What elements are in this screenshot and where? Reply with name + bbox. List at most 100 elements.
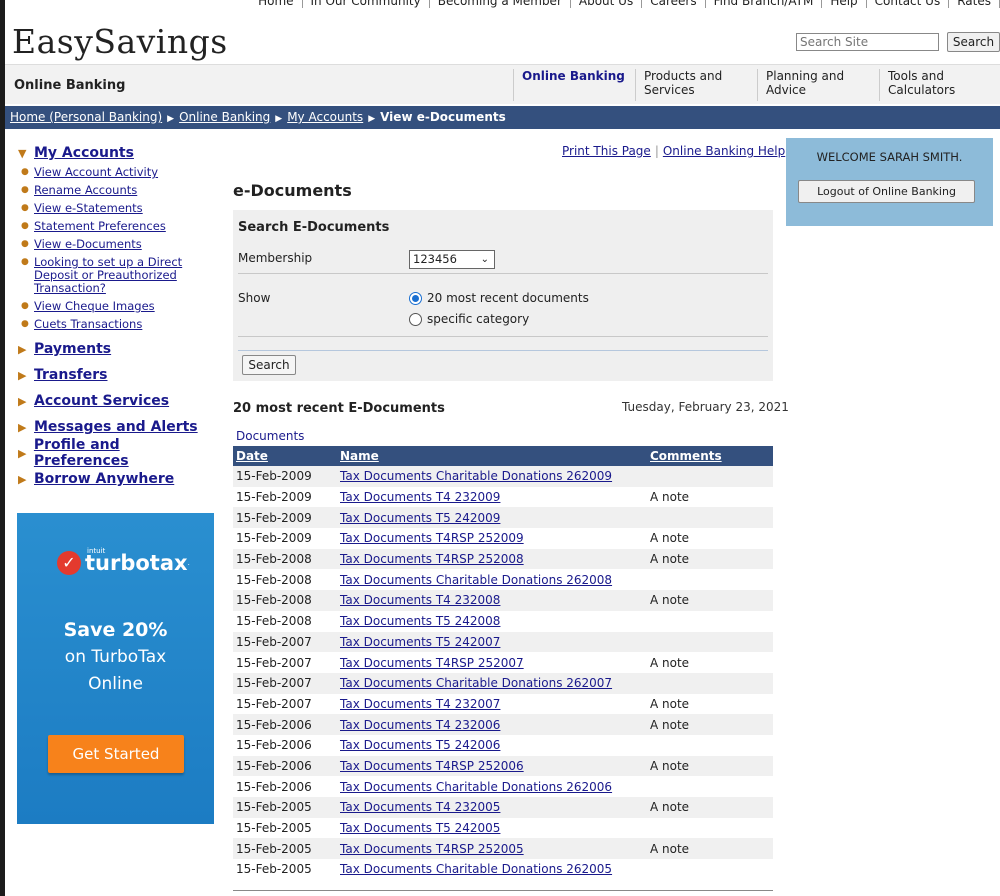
radio-recent-documents[interactable]: 20 most recent documents <box>409 291 589 305</box>
document-link[interactable]: Tax Documents Charitable Donations 26200… <box>340 676 612 690</box>
nav-online-banking[interactable]: Online Banking <box>513 69 633 101</box>
sidebar-section-my-accounts[interactable]: ▼ My Accounts <box>18 143 218 163</box>
top-link-rates[interactable]: Rates <box>949 0 1000 8</box>
top-link-careers[interactable]: Careers <box>642 0 706 8</box>
sidebar-section-account-services[interactable]: ▶ Account Services <box>18 388 218 414</box>
sidebar-item-view-e-statements[interactable]: ● View e-Statements <box>18 202 218 215</box>
document-link[interactable]: Tax Documents Charitable Donations 26200… <box>340 862 612 876</box>
column-header-comments[interactable]: Comments <box>647 446 773 466</box>
radio-unselected-icon[interactable] <box>409 312 422 326</box>
document-link[interactable]: Tax Documents T4RSP 252009 <box>340 531 524 545</box>
top-link-home[interactable]: Home <box>250 0 303 8</box>
top-link-branch[interactable]: Find Branch/ATM <box>706 0 823 8</box>
document-name-cell: Tax Documents T4 232009 <box>337 486 647 508</box>
top-link-member[interactable]: Becoming a Member <box>430 0 571 8</box>
document-link[interactable]: Tax Documents T4RSP 252006 <box>340 759 524 773</box>
column-header-label[interactable]: Comments <box>650 449 722 463</box>
sidebar-item-direct-deposit[interactable]: ● Looking to set up a Direct Deposit or P… <box>18 256 188 295</box>
get-started-button[interactable]: Get Started <box>48 735 184 773</box>
document-link[interactable]: Tax Documents Charitable Donations 26200… <box>340 469 612 483</box>
radio-selected-icon[interactable] <box>409 291 422 305</box>
nav-tools-calculators[interactable]: Tools and Calculators <box>879 69 997 101</box>
document-link[interactable]: Tax Documents T4RSP 252008 <box>340 552 524 566</box>
documents-label: Documents <box>236 429 305 443</box>
sidebar-item-statement-preferences[interactable]: ● Statement Preferences <box>18 220 218 233</box>
document-link[interactable]: Tax Documents T5 242009 <box>340 511 500 525</box>
radio-specific-category[interactable]: specific category <box>409 312 529 326</box>
top-link-community[interactable]: In Our Community <box>303 0 430 8</box>
document-link[interactable]: Tax Documents T5 242008 <box>340 614 500 628</box>
document-link[interactable]: Tax Documents T4RSP 252007 <box>340 656 524 670</box>
sidebar-item-rename-accounts[interactable]: ● Rename Accounts <box>18 184 218 197</box>
sidebar-item-label[interactable]: Statement Preferences <box>34 220 166 233</box>
column-header-label[interactable]: Name <box>340 449 379 463</box>
sidebar-section-label[interactable]: Profile and Preferences <box>34 437 218 469</box>
nav-planning-advice[interactable]: Planning and Advice <box>757 69 875 101</box>
document-link[interactable]: Tax Documents T4 232005 <box>340 800 500 814</box>
sidebar-section-transfers[interactable]: ▶ Transfers <box>18 362 218 388</box>
breadcrumb-my-accounts[interactable]: My Accounts <box>287 110 363 124</box>
document-date: 15-Feb-2008 <box>233 569 337 591</box>
search-documents-button[interactable]: Search <box>242 355 296 375</box>
breadcrumb-home[interactable]: Home (Personal Banking) <box>10 110 162 124</box>
radio-label: specific category <box>427 312 530 326</box>
column-header-date[interactable]: Date <box>233 446 337 466</box>
sidebar-section-label[interactable]: Borrow Anywhere <box>34 471 174 487</box>
online-banking-help-link[interactable]: Online Banking Help <box>663 144 785 158</box>
document-link[interactable]: Tax Documents T4 232009 <box>340 490 500 504</box>
document-link[interactable]: Tax Documents Charitable Donations 26200… <box>340 780 612 794</box>
document-link[interactable]: Tax Documents T4 232007 <box>340 697 500 711</box>
sidebar-item-cuets-transactions[interactable]: ● Cuets Transactions <box>18 318 218 331</box>
top-link-contact[interactable]: Contact Us <box>867 0 950 8</box>
site-search-input[interactable] <box>796 33 939 51</box>
top-link-about[interactable]: About Us <box>571 0 643 8</box>
column-header-label[interactable]: Date <box>236 449 268 463</box>
membership-select[interactable]: 123456 ⌄ <box>409 250 495 269</box>
sidebar-item-label[interactable]: Rename Accounts <box>34 184 137 197</box>
sidebar-item-label[interactable]: View e-Statements <box>34 202 143 215</box>
sidebar-section-label[interactable]: My Accounts <box>34 145 134 161</box>
bullet-icon: ● <box>21 185 29 195</box>
table-row: 15-Feb-2006 Tax Documents T4RSP 252006 A n… <box>233 755 773 777</box>
document-date: 15-Feb-2007 <box>233 693 337 715</box>
document-link[interactable]: Tax Documents Charitable Donations 26200… <box>340 573 612 587</box>
sidebar-section-payments[interactable]: ▶ Payments <box>18 336 218 362</box>
document-name-cell: Tax Documents Charitable Donations 26200… <box>337 859 647 880</box>
turbotax-ad[interactable]: intuit ✓ turbotax. Save 20% on TurboTax … <box>17 513 214 824</box>
document-link[interactable]: Tax Documents T4 232006 <box>340 718 500 732</box>
document-comment: A note <box>647 797 773 818</box>
sidebar-item-view-account-activity[interactable]: ● View Account Activity <box>18 166 218 179</box>
sidebar-item-label[interactable]: View Cheque Images <box>34 300 155 313</box>
sidebar-section-label[interactable]: Transfers <box>34 367 108 383</box>
sidebar-item-label[interactable]: Looking to set up a Direct Deposit or Pr… <box>34 256 188 295</box>
site-search-button[interactable]: Search <box>947 32 1000 52</box>
document-name-cell: Tax Documents Charitable Donations 26200… <box>337 776 647 797</box>
print-page-link[interactable]: Print This Page <box>562 144 651 158</box>
breadcrumb-online-banking[interactable]: Online Banking <box>179 110 270 124</box>
sidebar-item-view-e-documents[interactable]: ● View e-Documents <box>18 238 218 251</box>
column-header-name[interactable]: Name <box>337 446 647 466</box>
form-divider <box>238 336 768 337</box>
document-link[interactable]: Tax Documents T4 232008 <box>340 593 500 607</box>
sidebar-section-profile-preferences[interactable]: ▶ Profile and Preferences <box>18 437 218 469</box>
sidebar-section-label[interactable]: Account Services <box>34 393 169 409</box>
document-link[interactable]: Tax Documents T5 242005 <box>340 821 500 835</box>
sidebar-section-label[interactable]: Messages and Alerts <box>34 419 198 435</box>
nav-products-services[interactable]: Products and Services <box>635 69 755 101</box>
logout-button[interactable]: Logout of Online Banking <box>798 180 975 203</box>
sidebar-section-borrow-anywhere[interactable]: ▶ Borrow Anywhere <box>18 466 218 492</box>
document-link[interactable]: Tax Documents T5 242007 <box>340 635 500 649</box>
breadcrumb-separator-icon: ▶ <box>275 114 283 124</box>
document-link[interactable]: Tax Documents T5 242006 <box>340 738 500 752</box>
document-link[interactable]: Tax Documents T4RSP 252005 <box>340 842 524 856</box>
sidebar-item-view-cheque-images[interactable]: ● View Cheque Images <box>18 300 218 313</box>
document-comment: A note <box>647 714 773 735</box>
sidebar-item-label[interactable]: Cuets Transactions <box>34 318 142 331</box>
sidebar-section-label[interactable]: Payments <box>34 341 111 357</box>
document-name-cell: Tax Documents T4 232006 <box>337 714 647 735</box>
sidebar-item-label[interactable]: View e-Documents <box>34 238 142 251</box>
top-link-help[interactable]: Help <box>822 0 867 8</box>
site-logo[interactable]: EasySavings <box>12 22 228 61</box>
sidebar-item-label[interactable]: View Account Activity <box>34 166 158 179</box>
document-comment: A note <box>647 838 773 860</box>
